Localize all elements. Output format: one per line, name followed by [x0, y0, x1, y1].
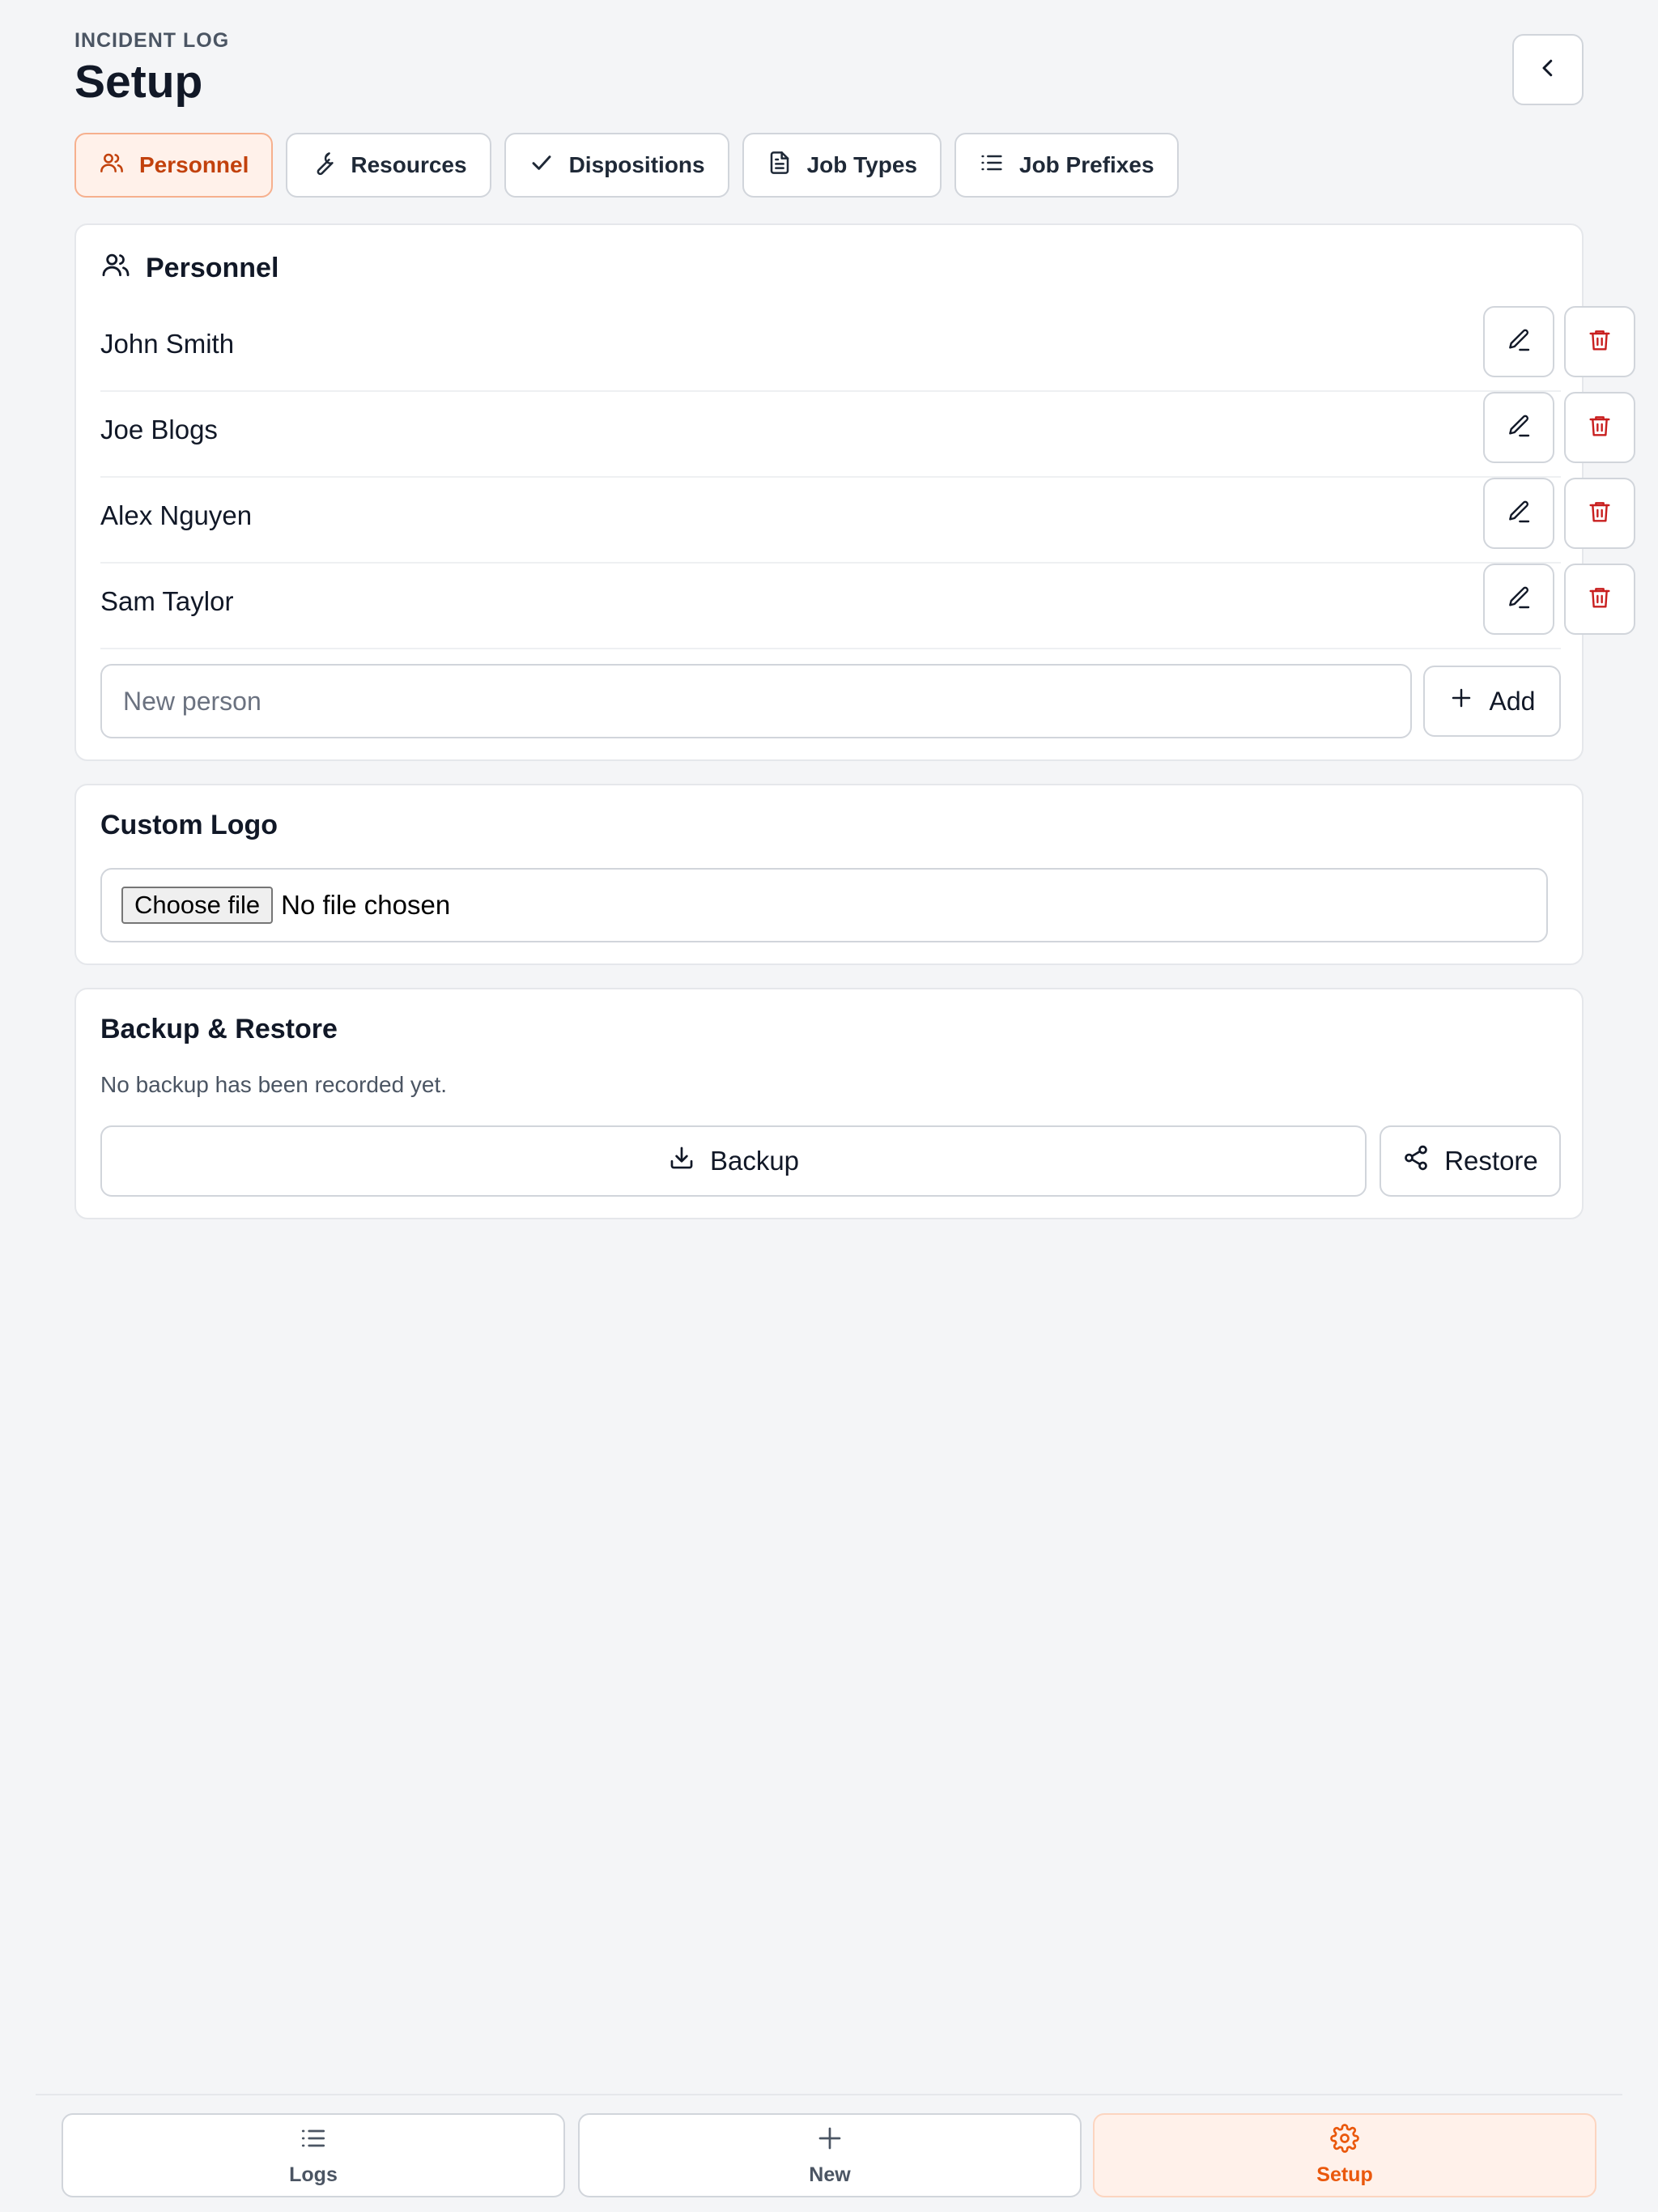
delete-person-button[interactable]	[1564, 564, 1635, 635]
backup-button[interactable]: Backup	[100, 1125, 1367, 1197]
tab-label: Dispositions	[568, 152, 705, 177]
plus-icon	[815, 2124, 844, 2159]
trash-icon	[1587, 327, 1613, 357]
custom-logo-title: Custom Logo	[100, 810, 278, 840]
page-title: Setup	[74, 56, 203, 108]
logo-file-input[interactable]: Choose file No file chosen	[100, 868, 1548, 942]
list-icon	[299, 2124, 328, 2159]
list-icon	[979, 150, 1005, 181]
edit-person-button[interactable]	[1483, 478, 1554, 549]
tab-dispositions[interactable]: Dispositions	[504, 133, 729, 198]
restore-label: Restore	[1444, 1146, 1538, 1176]
pencil-icon	[1506, 499, 1532, 529]
setup-page: INCIDENT LOG Setup Personnel Resources D…	[0, 0, 1658, 2212]
tab-resources[interactable]: Resources	[286, 133, 491, 198]
backup-status-note: No backup has been recorded yet.	[100, 1072, 448, 1097]
backup-label: Backup	[709, 1146, 800, 1176]
download-icon	[668, 1144, 695, 1178]
tab-label: Personnel	[139, 152, 249, 177]
users-icon	[99, 150, 125, 181]
delete-person-button[interactable]	[1564, 392, 1635, 463]
pencil-icon	[1506, 585, 1532, 615]
tab-job-prefixes[interactable]: Job Prefixes	[954, 133, 1179, 198]
gear-icon	[1330, 2124, 1359, 2159]
custom-logo-card: Custom Logo Choose file No file chosen	[74, 784, 1584, 965]
users-icon	[100, 249, 131, 287]
nav-logs[interactable]: Logs	[62, 2113, 565, 2197]
backup-restore-title: Backup & Restore	[100, 1014, 338, 1044]
pencil-icon	[1506, 327, 1532, 357]
personnel-card-title: Personnel	[100, 249, 278, 287]
plus-icon	[1449, 686, 1473, 717]
backup-restore-card: Backup & Restore No backup has been reco…	[74, 988, 1584, 1219]
delete-person-button[interactable]	[1564, 306, 1635, 377]
edit-person-button[interactable]	[1483, 564, 1554, 635]
wrench-icon	[310, 150, 336, 181]
app-eyebrow: INCIDENT LOG	[74, 29, 230, 52]
trash-icon	[1587, 499, 1613, 529]
personnel-card: Personnel John Smith Joe Blogs Alex Nguy…	[74, 223, 1635, 761]
nav-label: New	[809, 2163, 851, 2186]
check-icon	[529, 150, 555, 181]
trash-icon	[1587, 585, 1613, 615]
setup-tabs: Personnel Resources Dispositions Job Typ…	[74, 133, 1179, 198]
delete-person-button[interactable]	[1564, 478, 1635, 549]
person-row: Sam Taylor	[100, 564, 1635, 649]
new-person-input[interactable]	[100, 664, 1412, 738]
bottom-nav: Logs New Setup	[36, 2094, 1622, 2212]
chevron-left-icon	[1536, 56, 1560, 84]
nav-label: Logs	[289, 2163, 338, 2186]
person-name: Sam Taylor	[100, 586, 234, 616]
nav-label: Setup	[1316, 2163, 1373, 2186]
choose-file-button[interactable]: Choose file	[121, 887, 274, 924]
person-name: Alex Nguyen	[100, 500, 253, 530]
nav-new[interactable]: New	[578, 2113, 1082, 2197]
tab-job-types[interactable]: Job Types	[742, 133, 942, 198]
share-icon	[1402, 1144, 1430, 1178]
person-row: Alex Nguyen	[100, 478, 1635, 564]
edit-person-button[interactable]	[1483, 392, 1554, 463]
tab-label: Resources	[351, 152, 467, 177]
tab-personnel[interactable]: Personnel	[74, 133, 274, 198]
file-status-text: No file chosen	[281, 890, 451, 920]
tab-label: Job Types	[806, 152, 917, 177]
file-text-icon	[767, 150, 793, 181]
add-person-button[interactable]: Add	[1423, 666, 1561, 737]
person-row: Joe Blogs	[100, 392, 1635, 478]
person-name: Joe Blogs	[100, 415, 218, 445]
tab-label: Job Prefixes	[1019, 152, 1154, 177]
pencil-icon	[1506, 413, 1532, 443]
edit-person-button[interactable]	[1483, 306, 1554, 377]
trash-icon	[1587, 413, 1613, 443]
restore-button[interactable]: Restore	[1380, 1125, 1561, 1197]
add-label: Add	[1489, 686, 1536, 716]
person-name: John Smith	[100, 329, 235, 359]
back-button[interactable]	[1512, 34, 1584, 105]
nav-setup[interactable]: Setup	[1093, 2113, 1596, 2197]
card-title-text: Personnel	[146, 253, 279, 283]
person-row: John Smith	[100, 306, 1635, 392]
